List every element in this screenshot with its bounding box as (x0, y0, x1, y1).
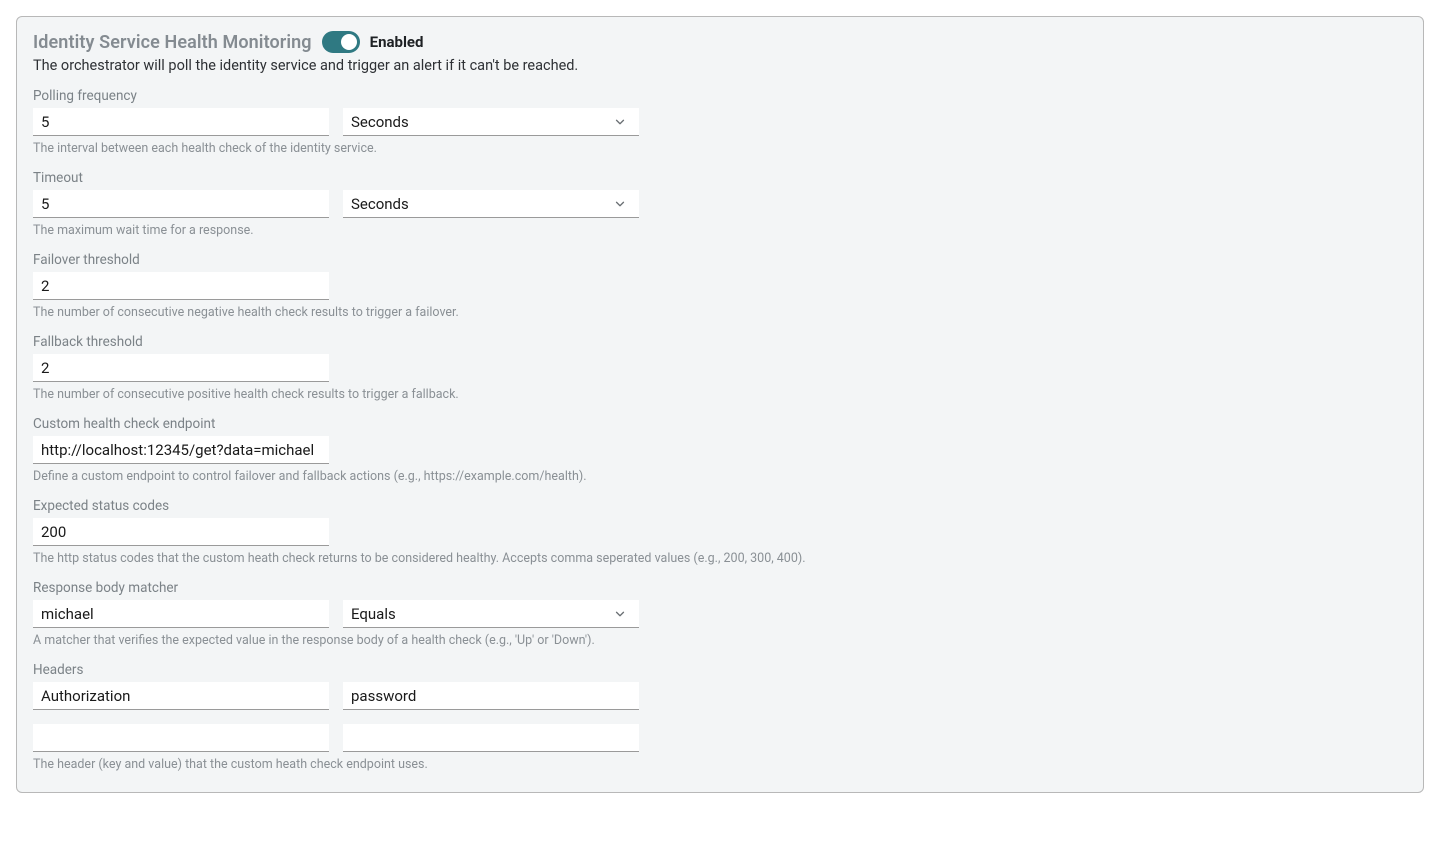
response-matcher-help: A matcher that verifies the expected val… (33, 633, 1407, 648)
timeout-label: Timeout (33, 170, 1407, 186)
status-codes-help: The http status codes that the custom he… (33, 551, 1407, 566)
section-description: The orchestrator will poll the identity … (33, 57, 1407, 74)
fallback-threshold-input[interactable] (33, 354, 329, 382)
polling-frequency-unit-value: Seconds (351, 113, 409, 131)
response-matcher-op-value: Equals (351, 605, 396, 623)
timeout-unit-select[interactable]: Seconds (343, 190, 639, 218)
headers-help: The header (key and value) that the cust… (33, 757, 1407, 772)
failover-threshold-input[interactable] (33, 272, 329, 300)
toggle-knob (341, 34, 357, 50)
polling-frequency-field: Polling frequency Seconds The interval b… (33, 88, 1407, 156)
polling-frequency-unit-select[interactable]: Seconds (343, 108, 639, 136)
response-matcher-input[interactable] (33, 600, 329, 628)
fallback-threshold-help: The number of consecutive positive healt… (33, 387, 1407, 402)
headers-label: Headers (33, 662, 1407, 678)
section-title: Identity Service Health Monitoring (33, 32, 312, 53)
custom-endpoint-input[interactable] (33, 436, 329, 464)
chevron-down-icon (613, 115, 627, 129)
enabled-toggle[interactable] (322, 31, 360, 53)
header-value-input[interactable] (343, 724, 639, 752)
custom-endpoint-field: Custom health check endpoint Define a cu… (33, 416, 1407, 484)
timeout-unit-value: Seconds (351, 195, 409, 213)
polling-frequency-help: The interval between each health check o… (33, 141, 1407, 156)
custom-endpoint-label: Custom health check endpoint (33, 416, 1407, 432)
response-matcher-field: Response body matcher Equals A matcher t… (33, 580, 1407, 648)
toggle-state-label: Enabled (370, 33, 424, 51)
header-key-input[interactable] (33, 724, 329, 752)
custom-endpoint-help: Define a custom endpoint to control fail… (33, 469, 1407, 484)
headers-field: Headers The header (key and value) that … (33, 662, 1407, 772)
chevron-down-icon (613, 607, 627, 621)
failover-threshold-label: Failover threshold (33, 252, 1407, 268)
timeout-field: Timeout Seconds The maximum wait time fo… (33, 170, 1407, 238)
polling-frequency-input[interactable] (33, 108, 329, 136)
status-codes-field: Expected status codes The http status co… (33, 498, 1407, 566)
section-header: Identity Service Health Monitoring Enabl… (33, 31, 1407, 53)
health-monitoring-card: Identity Service Health Monitoring Enabl… (16, 16, 1424, 793)
failover-threshold-help: The number of consecutive negative healt… (33, 305, 1407, 320)
header-key-input[interactable] (33, 682, 329, 710)
header-row (33, 724, 1407, 752)
status-codes-input[interactable] (33, 518, 329, 546)
fallback-threshold-field: Fallback threshold The number of consecu… (33, 334, 1407, 402)
fallback-threshold-label: Fallback threshold (33, 334, 1407, 350)
header-value-input[interactable] (343, 682, 639, 710)
status-codes-label: Expected status codes (33, 498, 1407, 514)
polling-frequency-label: Polling frequency (33, 88, 1407, 104)
failover-threshold-field: Failover threshold The number of consecu… (33, 252, 1407, 320)
chevron-down-icon (613, 197, 627, 211)
timeout-input[interactable] (33, 190, 329, 218)
timeout-help: The maximum wait time for a response. (33, 223, 1407, 238)
response-matcher-op-select[interactable]: Equals (343, 600, 639, 628)
response-matcher-label: Response body matcher (33, 580, 1407, 596)
header-row (33, 682, 1407, 710)
